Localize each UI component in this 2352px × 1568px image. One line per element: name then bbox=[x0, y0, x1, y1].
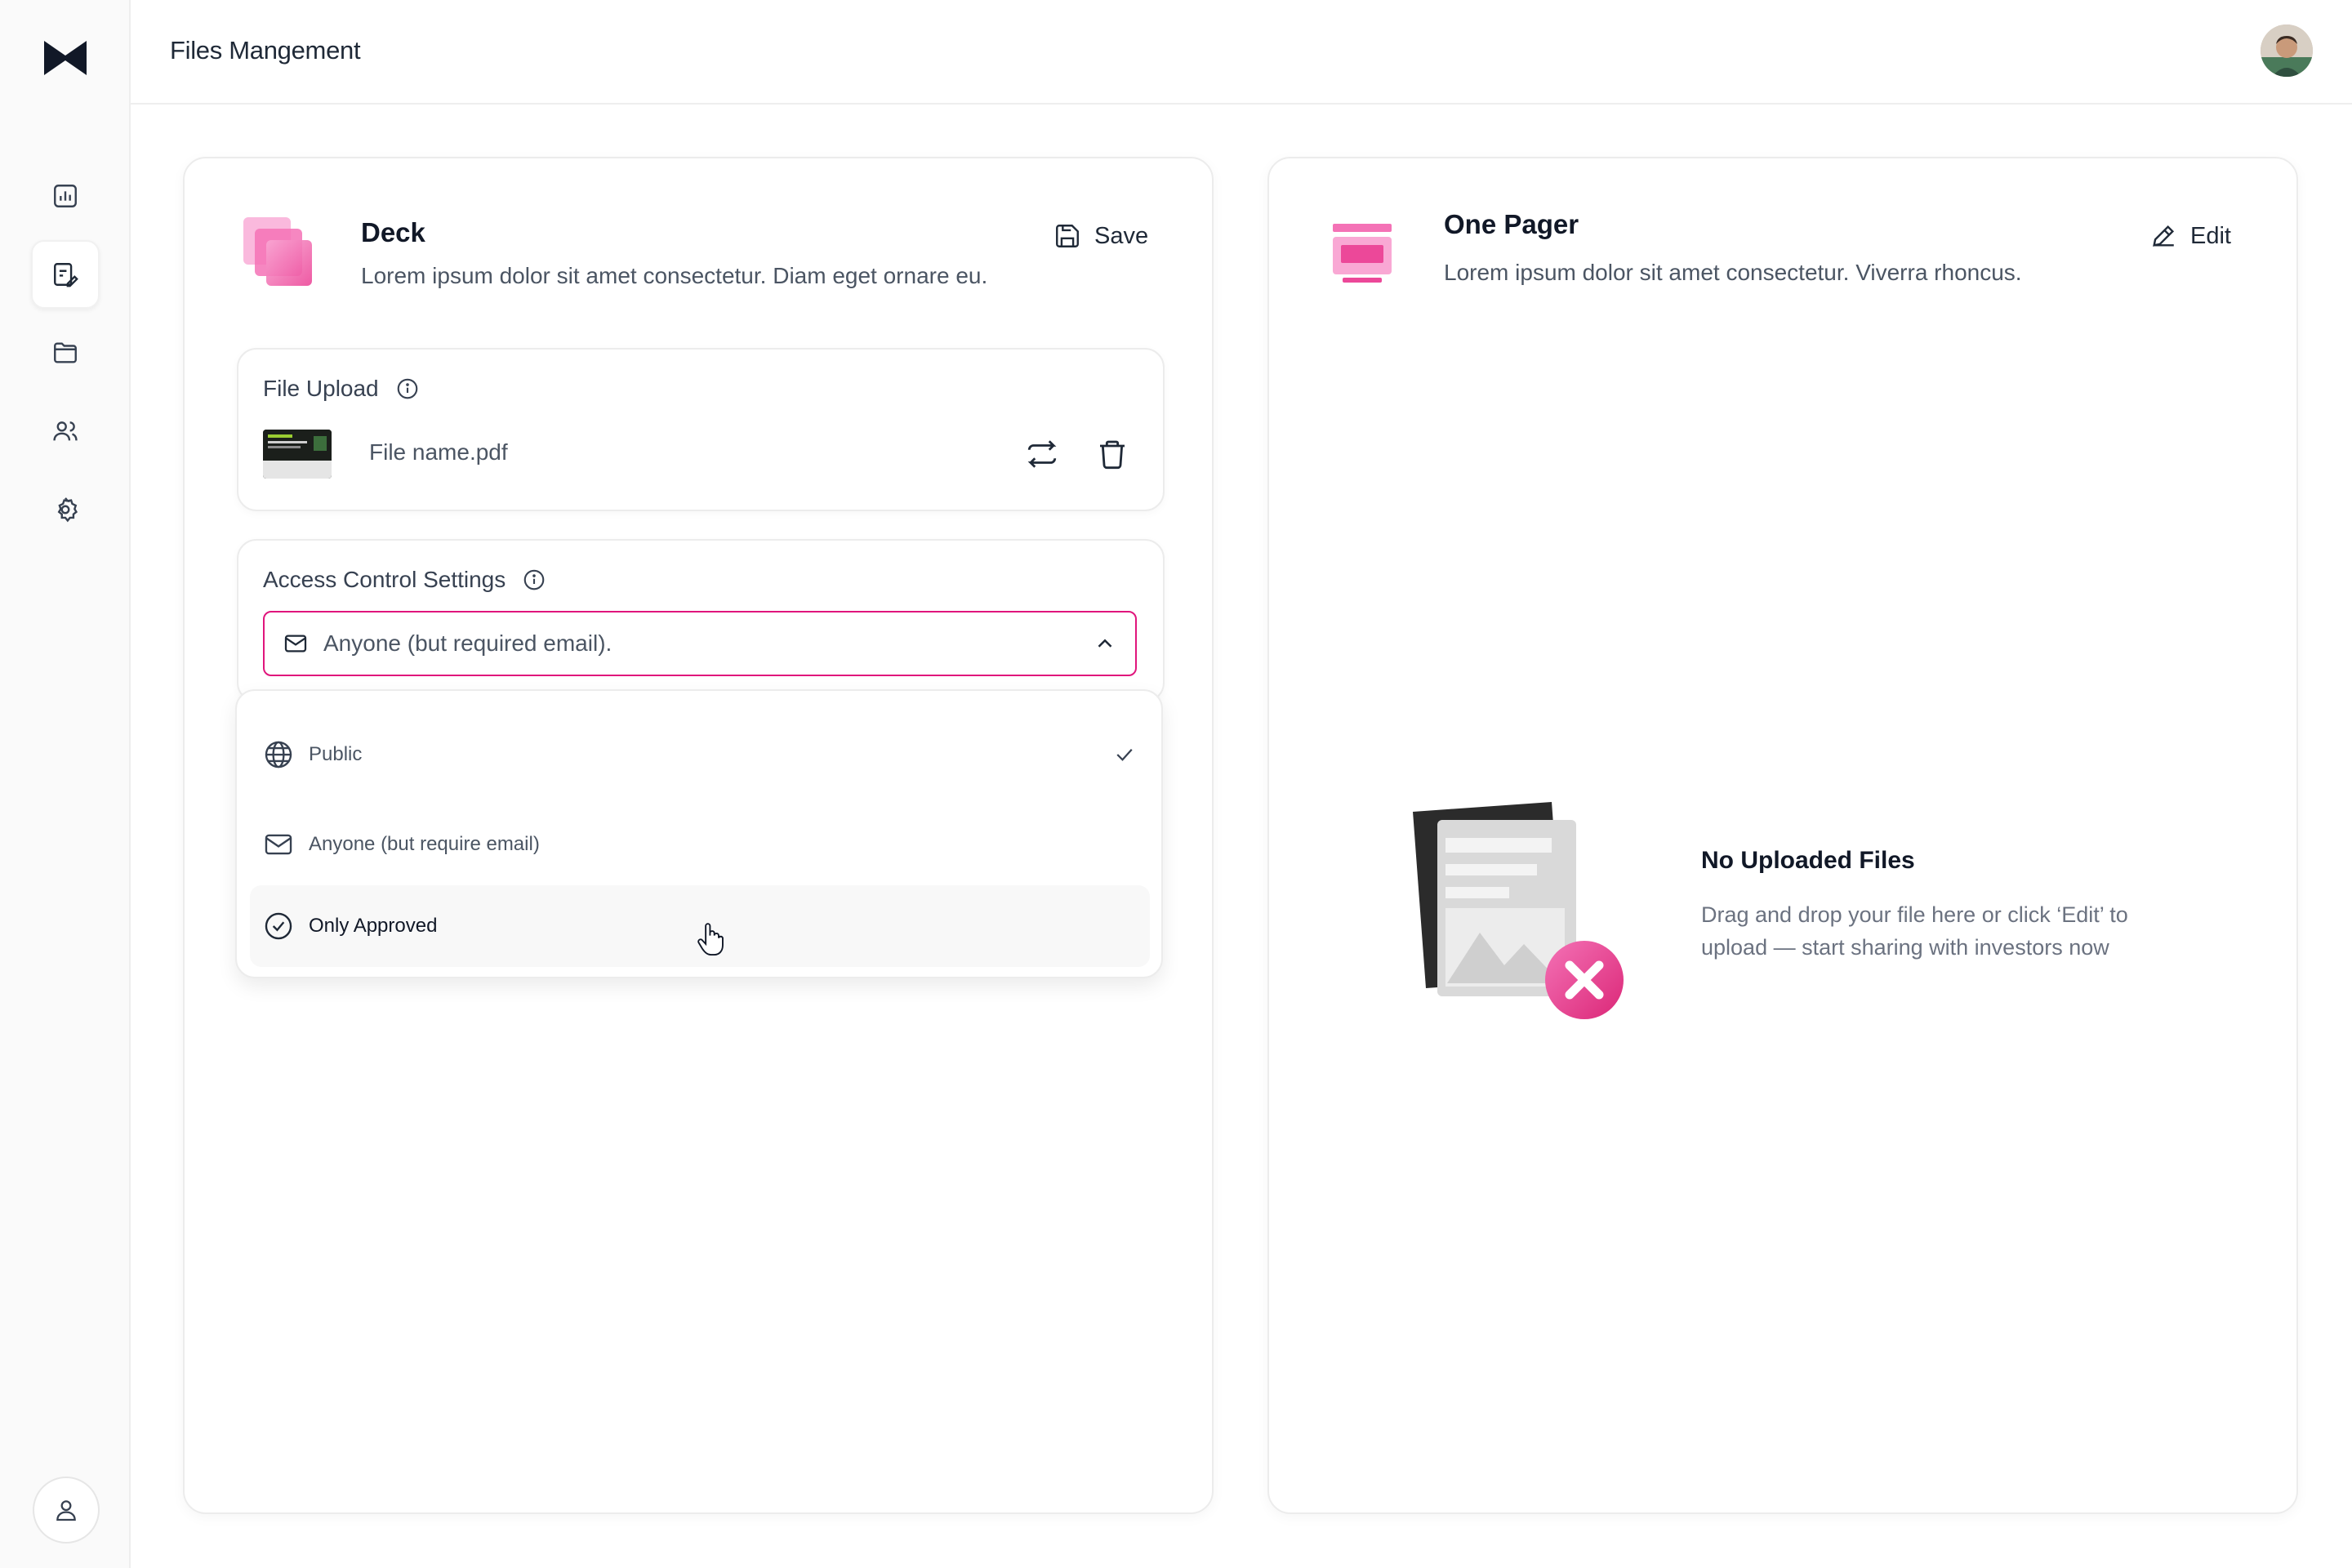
app-logo[interactable] bbox=[42, 36, 88, 80]
option-public-label: Public bbox=[309, 743, 363, 765]
chevron-up-icon bbox=[1098, 639, 1112, 648]
globe-icon bbox=[265, 741, 292, 768]
empty-state-description: Drag and drop your file here or click ‘E… bbox=[1701, 902, 2128, 960]
deck-icon bbox=[242, 217, 314, 289]
top-header: Files Mangement bbox=[131, 0, 2352, 105]
info-icon[interactable] bbox=[522, 568, 546, 592]
delete-file-button[interactable] bbox=[1093, 434, 1132, 474]
deck-description: Lorem ipsum dolor sit amet consectetur. … bbox=[361, 263, 988, 288]
save-label: Save bbox=[1094, 222, 1149, 249]
user-icon bbox=[56, 1500, 76, 1521]
access-control-label: Access Control Settings bbox=[263, 567, 506, 592]
sidebar-item-files-management[interactable] bbox=[31, 240, 100, 309]
swap-icon bbox=[1027, 440, 1057, 468]
info-icon[interactable] bbox=[395, 376, 420, 401]
gear-icon bbox=[57, 497, 78, 523]
access-control-select[interactable]: Anyone (but required email). bbox=[263, 611, 1137, 676]
edit-label: Edit bbox=[2190, 222, 2231, 249]
profile-button[interactable] bbox=[33, 1477, 100, 1544]
option-public[interactable]: Public bbox=[250, 714, 1150, 795]
access-control-selected-value: Anyone (but required email). bbox=[323, 630, 612, 656]
chart-icon bbox=[54, 185, 77, 207]
sidebar-item-users[interactable] bbox=[31, 397, 100, 466]
hand-cursor-icon bbox=[696, 921, 725, 957]
edit-button[interactable]: Edit bbox=[2149, 222, 2231, 250]
trash-icon bbox=[1100, 440, 1125, 470]
check-circle-icon bbox=[265, 912, 292, 940]
avatar[interactable] bbox=[2261, 24, 2313, 77]
file-upload-label: File Upload bbox=[263, 376, 379, 401]
sidebar-item-folders[interactable] bbox=[31, 318, 100, 387]
file-upload-label-row: File Upload bbox=[263, 376, 420, 402]
option-anyone-email[interactable]: Anyone (but require email) bbox=[250, 804, 1150, 885]
empty-state-title: No Uploaded Files bbox=[1701, 847, 1915, 874]
one-pager-description: Lorem ipsum dolor sit amet consectetur. … bbox=[1444, 260, 2022, 285]
file-upload-section: File Upload File name.pdf bbox=[237, 348, 1165, 511]
sidebar bbox=[0, 0, 131, 1568]
gallery-edit-icon bbox=[54, 263, 78, 287]
replace-file-button[interactable] bbox=[1022, 434, 1062, 474]
mail-icon bbox=[265, 834, 292, 855]
save-icon bbox=[1056, 225, 1079, 247]
sidebar-item-settings[interactable] bbox=[31, 475, 100, 544]
one-pager-icon bbox=[1331, 224, 1403, 296]
one-pager-title: One Pager bbox=[1444, 209, 1579, 239]
option-anyone-email-label: Anyone (but require email) bbox=[309, 833, 540, 855]
folder-icon bbox=[54, 342, 77, 363]
pencil-icon bbox=[2153, 225, 2175, 247]
file-name: File name.pdf bbox=[369, 439, 508, 465]
save-button[interactable]: Save bbox=[1054, 222, 1148, 250]
access-control-label-row: Access Control Settings bbox=[263, 567, 546, 593]
page-title: Files Mangement bbox=[170, 36, 361, 65]
sidebar-item-analytics[interactable] bbox=[31, 162, 100, 230]
users-icon bbox=[53, 421, 78, 441]
no-files-illustration bbox=[1405, 792, 1633, 1029]
file-thumbnail bbox=[263, 430, 332, 479]
deck-title: Deck bbox=[361, 217, 425, 247]
access-control-section: Access Control Settings Anyone (but requ… bbox=[237, 539, 1165, 702]
mail-icon bbox=[284, 635, 307, 653]
check-icon bbox=[1116, 748, 1133, 761]
